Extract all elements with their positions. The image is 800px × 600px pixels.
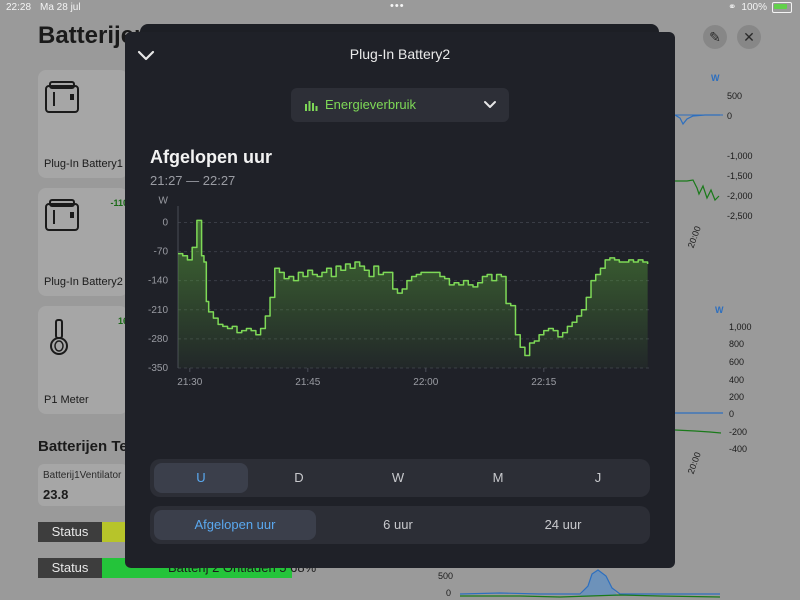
side-chart-top-lines [675, 114, 723, 202]
status-label: Status [38, 522, 102, 542]
range-button-u[interactable]: U [154, 463, 248, 493]
edit-button[interactable]: ✎ [703, 25, 727, 49]
side-chart-tick: -2,500 [727, 211, 753, 221]
side-chart-tick: -400 [729, 444, 748, 454]
ventilator-card[interactable]: Batterij1Ventilator 23.8 [38, 464, 128, 506]
chart-x-tick-label: 21:30 [177, 377, 202, 388]
window-button-6h[interactable]: 6 uur [320, 510, 476, 540]
device-card-label: Plug-In Battery2 [44, 276, 123, 288]
chart-y-tick-label: -210 [148, 305, 168, 316]
chart-x-tick-label: 22:15 [531, 377, 556, 388]
chart-y-tick-label: -140 [148, 276, 168, 287]
status-right: ⚭ 100% [728, 2, 792, 13]
chart-series-area [178, 220, 648, 368]
battery-device-icon [45, 81, 79, 113]
side-chart-tick: -1,000 [727, 151, 753, 161]
side-chart-tick: -200 [729, 427, 748, 437]
ventilator-value: 23.8 [43, 487, 69, 502]
close-icon: ✕ [743, 29, 755, 45]
status-label: Status [38, 558, 102, 578]
range-button-w[interactable]: W [350, 463, 446, 493]
battery-percentage: 100% [741, 2, 767, 13]
side-chart-unit: W [711, 73, 720, 83]
side-chart-tick: 500 [727, 91, 743, 101]
status-date: Ma 28 jul [40, 2, 81, 13]
side-chart-tick: 400 [729, 375, 745, 385]
ventilator-label: Batterij1Ventilator [43, 470, 122, 481]
side-chart-tick: 0 [446, 588, 452, 598]
side-chart-tick: 1,000 [729, 322, 752, 332]
side-chart-xtick: 20:00 [685, 224, 703, 250]
range-button-m[interactable]: M [450, 463, 546, 493]
chart-x-tick-label: 21:45 [295, 377, 320, 388]
side-chart-bottom-lines [460, 569, 720, 598]
side-chart-mid-lines [675, 412, 723, 434]
chart-x-tick-label: 22:00 [413, 377, 438, 388]
chart-y-unit-label: W [159, 195, 169, 206]
device-detail-modal: Plug-In Battery2 Energieverbruik Afgelop… [125, 32, 675, 568]
range-segmented-control: U D W M J [150, 459, 650, 497]
side-chart-tick: 0 [729, 409, 735, 419]
status-bar: 22:28 Ma 28 jul ••• ⚭ 100% [0, 0, 800, 16]
chart-y-tick-label: -350 [148, 363, 168, 374]
energy-chart: 0 -70 -140 -210 -280 -350 W 21:30 21:45 22:00 22:1… [148, 195, 650, 388]
status-time: 22:28 [6, 2, 32, 13]
device-card-battery1[interactable]: Plug-In Battery1 [38, 70, 128, 178]
side-chart-tick: 600 [729, 357, 745, 367]
side-chart-tick: 200 [729, 392, 745, 402]
window-button-last-hour[interactable]: Afgelopen uur [154, 510, 316, 540]
device-card-label: P1 Meter [44, 394, 89, 406]
side-chart-tick: 0 [727, 111, 733, 121]
device-card-p1-meter[interactable]: 16 P1 Meter [38, 306, 128, 414]
chart-y-tick-label: -280 [148, 334, 168, 345]
side-chart-tick: -2,000 [727, 191, 753, 201]
chart-y-tick-label: -70 [154, 247, 169, 258]
window-button-24h[interactable]: 24 uur [480, 510, 646, 540]
side-chart-xtick: 20:00 [685, 450, 703, 476]
battery-icon [772, 2, 792, 13]
battery-device-icon [45, 199, 79, 231]
side-chart-unit: W [715, 305, 724, 315]
pencil-icon: ✎ [709, 29, 721, 45]
section-title: Batterijen Te [38, 438, 128, 455]
range-button-j[interactable]: J [550, 463, 646, 493]
multitasking-dots-icon[interactable]: ••• [390, 0, 405, 12]
side-chart-tick: 800 [729, 339, 745, 349]
window-segmented-control: Afgelopen uur 6 uur 24 uur [150, 506, 650, 544]
range-button-d[interactable]: D [252, 463, 346, 493]
device-card-label: Plug-In Battery1 [44, 158, 123, 170]
p1-meter-icon [50, 319, 68, 355]
close-button[interactable]: ✕ [737, 25, 761, 49]
side-chart-tick: 500 [438, 571, 454, 581]
chart-y-tick-label: 0 [162, 217, 168, 228]
device-card-battery2[interactable]: -110 Plug-In Battery2 [38, 188, 128, 296]
side-chart-tick: -1,500 [727, 171, 753, 181]
wifi-link-icon: ⚭ [728, 2, 737, 13]
